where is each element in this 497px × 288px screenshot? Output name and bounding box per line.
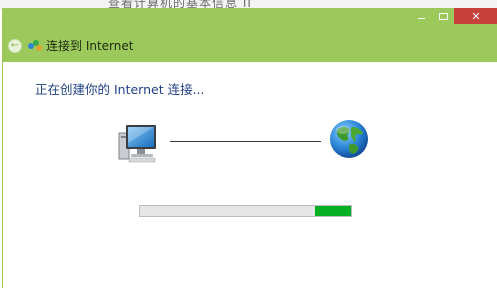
computer-icon [118, 125, 156, 163]
screen: 查看计算机的基本信息 II ✕ ← 连接到 Internet 正在创建你的 In… [0, 0, 497, 288]
network-connection-icon [28, 39, 42, 52]
title-bar[interactable]: ✕ ← 连接到 Internet [3, 8, 497, 62]
connection-status-text: 正在创建你的 Internet 连接... [35, 82, 205, 97]
progress-fill [315, 206, 351, 216]
minimize-button[interactable] [410, 8, 432, 24]
back-button[interactable]: ← [8, 38, 22, 53]
maximize-button[interactable] [432, 8, 454, 24]
connection-line [170, 141, 321, 142]
close-button[interactable]: ✕ [454, 8, 497, 24]
connect-internet-window: ✕ ← 连接到 Internet 正在创建你的 Internet 连接... [2, 8, 497, 288]
back-arrow-icon: ← [10, 39, 20, 51]
connection-progress-bar [139, 205, 352, 217]
title-nav-row: ← 连接到 Internet [8, 37, 133, 54]
window-title: 连接到 Internet [46, 39, 134, 53]
window-controls: ✕ [410, 8, 497, 26]
globe-icon [330, 120, 368, 158]
